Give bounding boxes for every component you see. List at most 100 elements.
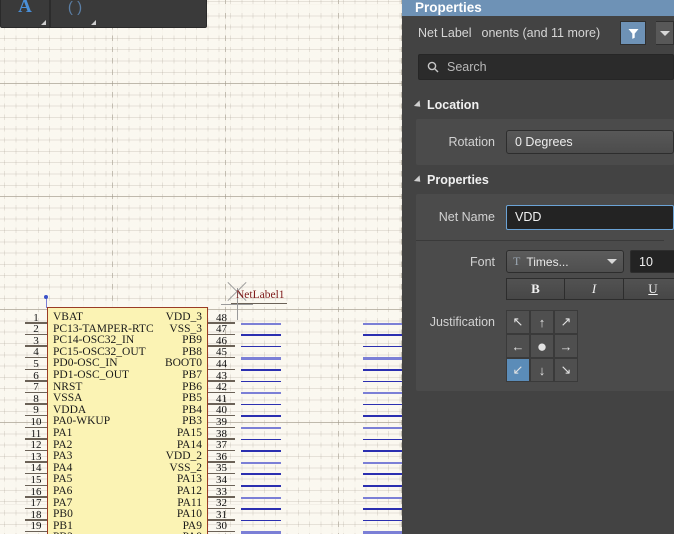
justify-bottom-center[interactable]: ↓ [530,358,554,382]
properties-panel[interactable]: Properties Net Label onents (and 11 more… [402,0,674,534]
wire[interactable] [241,531,281,534]
section-title-properties: Properties [427,173,489,187]
filter-dropdown-button[interactable] [656,21,674,45]
font-size-input[interactable]: 10 [630,250,674,273]
object-kind-label: Net Label [418,26,472,40]
rotation-label: Rotation [448,135,495,149]
wire[interactable] [241,334,281,336]
section-header-location[interactable]: Location [402,90,674,119]
justify-bottom-left[interactable]: ↙ [506,358,530,382]
wire[interactable] [241,485,281,487]
wire[interactable] [241,438,281,441]
schematic-canvas[interactable]: A ( ) NetLabel1 1 2 3 4 5 6 7 8 9 10 11 12 13 14 15 16 1… [0,0,402,534]
wire[interactable] [363,334,402,336]
chevron-down-icon [607,259,617,264]
wire[interactable] [241,357,281,360]
wire[interactable] [241,473,281,475]
wire[interactable] [363,427,402,430]
wire[interactable] [241,415,281,417]
net-label-tool-icon: ( ) [67,0,83,16]
wire[interactable] [241,369,281,371]
text-tool-button[interactable]: A [1,0,49,27]
field-divider [416,240,664,241]
net-name-value: VDD [515,210,542,224]
font-size-value: 10 [639,254,653,269]
tool-expand-corner-icon [41,20,46,25]
justify-bottom-right[interactable]: ↘ [554,358,578,382]
wire[interactable] [363,438,402,441]
justify-top-left[interactable]: ↖ [506,310,530,334]
floating-toolbar[interactable]: A ( ) [0,0,207,28]
pin-lead-right[interactable]: 29 [208,530,235,534]
wire[interactable] [241,427,281,430]
justify-middle-left[interactable]: ← [506,334,530,358]
wire[interactable] [241,380,281,383]
wire[interactable] [241,496,281,499]
justification-label: Justification [429,315,495,329]
collapse-triangle-icon [413,100,424,110]
wire-junction-dot [44,295,48,299]
net-name-input[interactable]: VDD [506,204,674,230]
object-count-label: onents (and 11 more) [481,26,601,40]
net-label-tool-button[interactable]: ( ) [51,0,99,27]
wire[interactable] [363,380,402,383]
wire[interactable] [241,461,281,464]
wire[interactable] [363,531,402,534]
font-style-group: B I U [506,278,674,300]
properties-section: Net Name VDD Font T Times... 10 B I U Ju… [416,194,674,391]
justify-middle-center[interactable]: ● [530,334,554,358]
search-input[interactable]: Search [418,54,674,80]
justify-top-center[interactable]: ↑ [530,310,554,334]
pin-lead-left[interactable]: 20 [25,530,47,534]
italic-button[interactable]: I [565,278,624,300]
panel-title: Properties [402,0,674,16]
rotation-combobox[interactable]: 0 Degrees [506,130,674,154]
wire[interactable] [363,508,402,510]
wire[interactable] [241,392,281,395]
wire[interactable] [363,485,402,487]
wire[interactable] [363,403,402,406]
wire[interactable] [241,345,281,348]
chevron-down-icon [659,30,670,36]
object-summary-row: Net Label onents (and 11 more) [402,16,674,50]
justification-grid[interactable]: ↖ ↑ ↗ ← ● → ↙ ↓ ↘ [506,310,578,382]
text-tool-icon: A [18,0,32,17]
wire[interactable] [241,403,281,406]
wire[interactable] [363,473,402,475]
justify-middle-right[interactable]: → [554,334,578,358]
font-label: Font [469,255,495,269]
net-label-text[interactable]: NetLabel1 [236,289,285,301]
wire[interactable] [363,450,402,452]
wire[interactable] [363,392,402,395]
net-name-label: Net Name [438,210,495,224]
wire[interactable] [363,461,402,464]
wire[interactable] [363,496,402,499]
wire[interactable] [363,519,402,522]
wire[interactable] [363,345,402,348]
wire[interactable] [241,508,281,510]
wire[interactable] [363,369,402,371]
wire[interactable] [363,415,402,417]
section-title-location: Location [427,98,480,112]
wire-stub [45,298,47,308]
location-section: Rotation 0 Degrees [416,119,674,165]
wire[interactable] [241,322,281,325]
font-family-value: Times... [526,254,569,269]
collapse-triangle-icon [413,175,424,185]
tool-expand-corner-icon [91,20,96,25]
wire[interactable] [363,357,402,360]
wire[interactable] [363,322,402,325]
underline-button[interactable]: U [624,278,674,300]
funnel-icon [628,28,638,39]
filter-button[interactable] [620,21,646,45]
wire[interactable] [241,450,281,452]
section-header-properties[interactable]: Properties [402,165,674,194]
wire[interactable] [241,519,281,522]
font-type-icon: T [513,254,521,268]
font-family-combobox[interactable]: T Times... [506,250,624,273]
schematic-component[interactable]: VBAT PC13-TAMPER-RTC PC14-OSC32_IN PC15-OSC… [47,307,208,534]
bold-button[interactable]: B [506,278,565,300]
search-icon [427,61,439,73]
search-placeholder: Search [447,60,487,74]
justify-top-right[interactable]: ↗ [554,310,578,334]
